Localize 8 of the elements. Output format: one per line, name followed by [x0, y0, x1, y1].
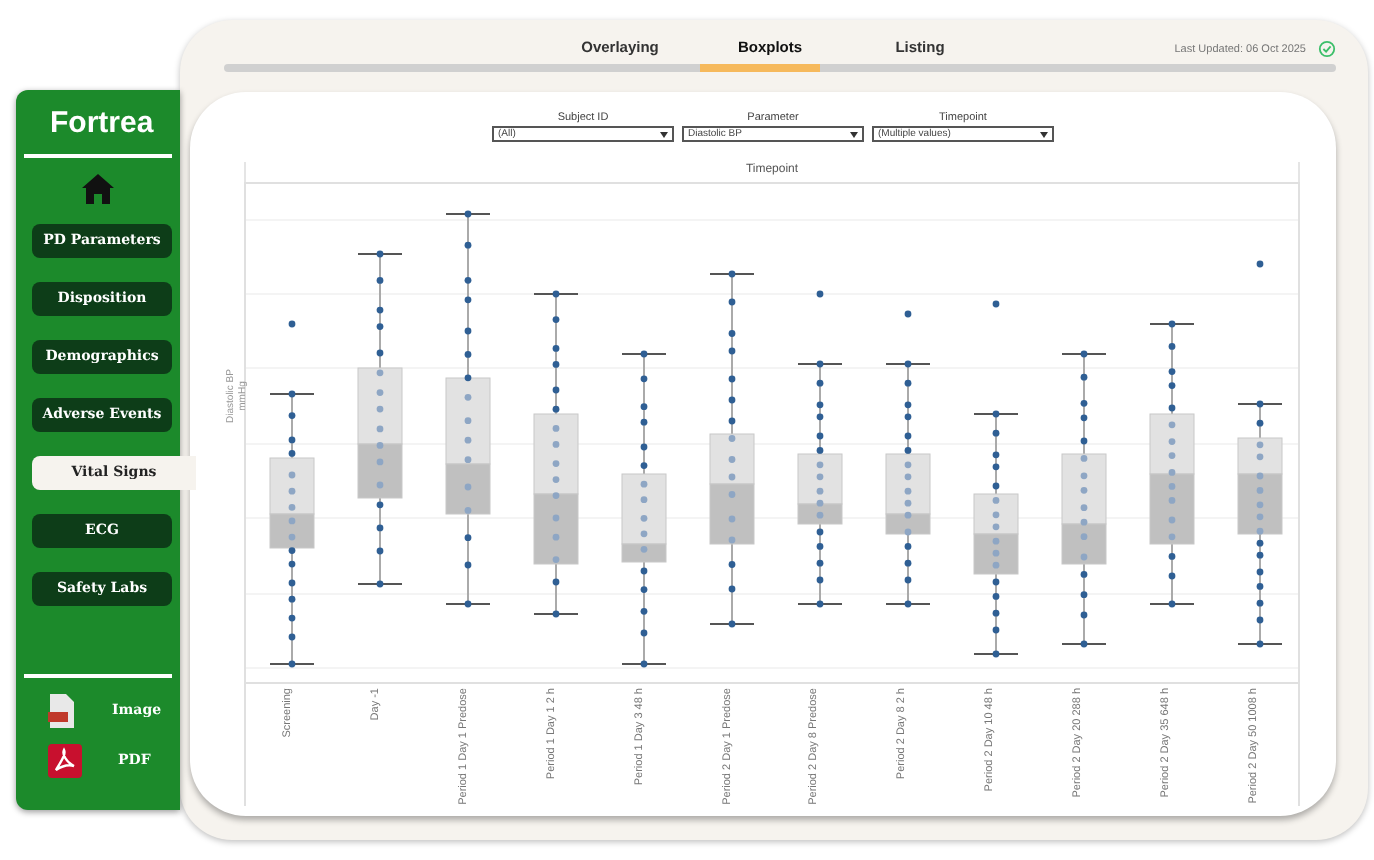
check-circle-icon [1318, 40, 1336, 58]
home-icon[interactable] [82, 174, 114, 204]
image-file-icon[interactable] [48, 694, 76, 728]
dropdown-arrow-icon [850, 131, 858, 137]
dropdown-arrow-icon [1040, 131, 1048, 137]
pdf-icon[interactable] [48, 744, 82, 778]
logo: Fortrea [50, 106, 154, 142]
dropdown-arrow-icon [660, 131, 668, 137]
